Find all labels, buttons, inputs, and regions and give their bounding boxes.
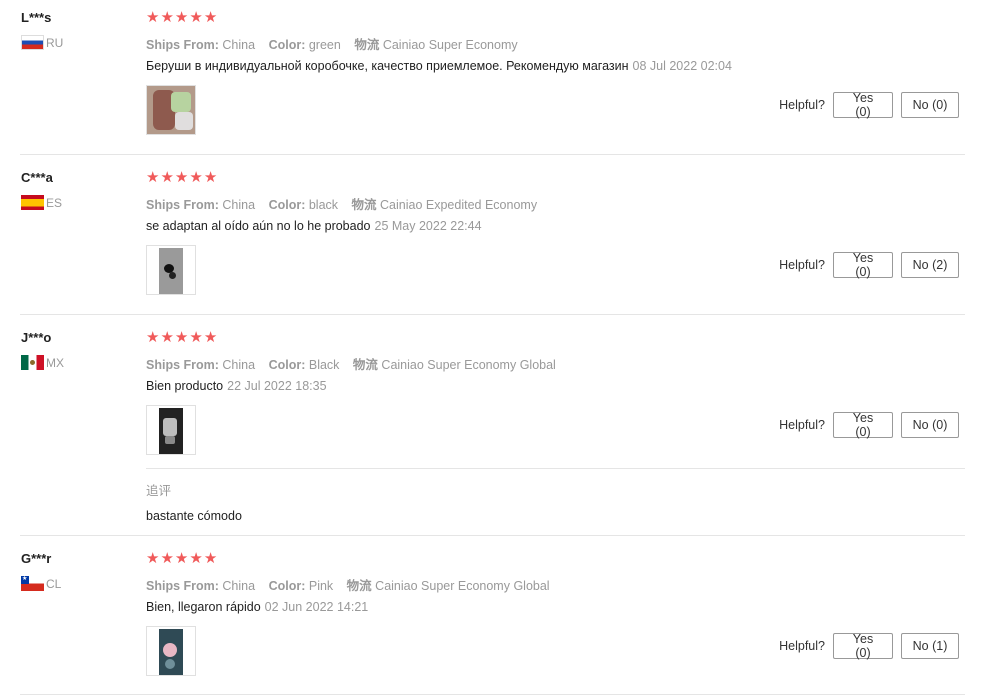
star-icon: ★ <box>189 329 203 346</box>
color-value: Black <box>308 358 340 372</box>
divider <box>20 314 965 315</box>
star-icon: ★ <box>203 550 218 567</box>
followup-divider <box>146 468 965 469</box>
review-meta: Ships From: China Color: green 物流 Cainia… <box>146 38 518 52</box>
review-text: se adaptan al oído aún no lo he probado 2… <box>146 219 482 233</box>
star-icon: ★ <box>146 169 160 186</box>
star-rating: ★ ★ ★ ★ ★ <box>146 170 217 186</box>
helpful-votes: Helpful? Yes (0) No (1) <box>779 632 959 660</box>
star-icon: ★ <box>146 329 160 346</box>
helpful-label: Helpful? <box>779 98 825 112</box>
divider <box>20 154 965 155</box>
star-icon: ★ <box>189 9 203 26</box>
helpful-yes-button[interactable]: Yes (0) <box>833 632 893 660</box>
review-photo[interactable] <box>146 245 196 295</box>
reviewer-name: G***r <box>21 551 52 566</box>
helpful-no-button[interactable]: No (1) <box>901 633 959 659</box>
shipping-value: Cainiao Super Economy Global <box>375 579 550 593</box>
ru-flag-icon <box>21 35 44 50</box>
review-item: J***o MX ★ ★ ★ ★ ★ Ships From: China Color: … <box>0 330 965 530</box>
divider <box>20 535 965 536</box>
star-icon: ★ <box>203 169 218 186</box>
es-flag-icon <box>21 195 44 210</box>
helpful-no-button[interactable]: No (0) <box>901 92 959 118</box>
star-icon: ★ <box>160 9 174 26</box>
helpful-label: Helpful? <box>779 639 825 653</box>
star-icon: ★ <box>174 550 189 567</box>
star-icon: ★ <box>160 329 174 346</box>
star-icon: ★ <box>160 169 174 186</box>
ships-from-value: China <box>222 38 256 52</box>
shipping-value: Cainiao Expedited Economy <box>380 198 538 212</box>
review-photo[interactable] <box>146 626 196 676</box>
review-date: 08 Jul 2022 02:04 <box>632 59 732 73</box>
review-date: 22 Jul 2022 18:35 <box>227 379 327 393</box>
helpful-yes-button[interactable]: Yes (0) <box>833 411 893 439</box>
helpful-no-button[interactable]: No (0) <box>901 412 959 438</box>
shipping-value: Cainiao Super Economy <box>382 38 518 52</box>
reviewer-country: RU <box>21 35 63 50</box>
ships-from-value: China <box>222 358 256 372</box>
mx-flag-icon <box>21 355 44 370</box>
star-icon: ★ <box>174 169 189 186</box>
country-code: MX <box>46 355 64 370</box>
color-value: green <box>308 38 341 52</box>
color-value: Pink <box>308 579 334 593</box>
star-rating: ★ ★ ★ ★ ★ <box>146 10 217 26</box>
helpful-votes: Helpful? Yes (0) No (0) <box>779 91 959 119</box>
reviewer-name: L***s <box>21 10 52 25</box>
divider <box>20 694 965 695</box>
helpful-no-button[interactable]: No (2) <box>901 252 959 278</box>
star-icon: ★ <box>203 329 218 346</box>
helpful-votes: Helpful? Yes (0) No (2) <box>779 251 959 279</box>
review-text: Беруши в индивидуальной коробочке, качес… <box>146 59 732 73</box>
followup-label: 追评 <box>146 484 172 498</box>
star-icon: ★ <box>203 9 218 26</box>
star-icon: ★ <box>189 550 203 567</box>
helpful-yes-button[interactable]: Yes (0) <box>833 91 893 119</box>
review-item: C***a ES ★ ★ ★ ★ ★ Ships From: China Color: … <box>0 170 965 310</box>
review-item: G***r CL ★★★★★ Ships From: China Color: … <box>0 551 965 691</box>
ships-from-value: China <box>222 198 256 212</box>
star-icon: ★ <box>189 169 203 186</box>
review-date: 02 Jun 2022 14:21 <box>264 600 369 614</box>
star-icon: ★ <box>160 550 174 567</box>
review-item: L***s RU ★ ★ ★ ★ ★ Ships From: China Color: … <box>0 10 965 150</box>
star-rating: ★ ★ ★ ★ ★ <box>146 551 217 567</box>
star-rating: ★ ★ ★ ★ ★ <box>146 330 217 346</box>
review-meta: Ships From: China Color: Pink 物流 Cainiao… <box>146 579 550 593</box>
reviewer-name: C***a <box>21 170 53 185</box>
helpful-label: Helpful? <box>779 418 825 432</box>
color-value: black <box>308 198 339 212</box>
helpful-votes: Helpful? Yes (0) No (0) <box>779 411 959 439</box>
star-icon: ★ <box>146 550 160 567</box>
reviewer-country: MX <box>21 355 64 370</box>
review-date: 25 May 2022 22:44 <box>374 219 482 233</box>
reviewer-name: J***o <box>21 330 52 345</box>
star-icon: ★ <box>174 329 189 346</box>
star-icon: ★ <box>174 9 189 26</box>
followup-text: bastante cómodo <box>146 509 242 523</box>
shipping-value: Cainiao Super Economy Global <box>381 358 556 372</box>
review-meta: Ships From: China Color: Black 物流 Cainia… <box>146 358 556 372</box>
reviewer-country: CL <box>21 576 61 591</box>
review-photo[interactable] <box>146 85 196 135</box>
country-code: CL <box>46 576 62 591</box>
review-meta: Ships From: China Color: black 物流 Cainia… <box>146 198 538 212</box>
ships-from-value: China <box>222 579 256 593</box>
helpful-label: Helpful? <box>779 258 825 272</box>
review-text: Bien producto 22 Jul 2022 18:35 <box>146 379 327 393</box>
cl-flag-icon <box>21 576 44 591</box>
country-code: ES <box>46 195 63 210</box>
star-icon: ★ <box>146 9 160 26</box>
review-text: Bien, llegaron rápido 02 Jun 2022 14:21 <box>146 600 369 614</box>
helpful-yes-button[interactable]: Yes (0) <box>833 251 893 279</box>
country-code: RU <box>46 35 64 50</box>
reviewer-country: ES <box>21 195 62 210</box>
review-photo[interactable] <box>146 405 196 455</box>
